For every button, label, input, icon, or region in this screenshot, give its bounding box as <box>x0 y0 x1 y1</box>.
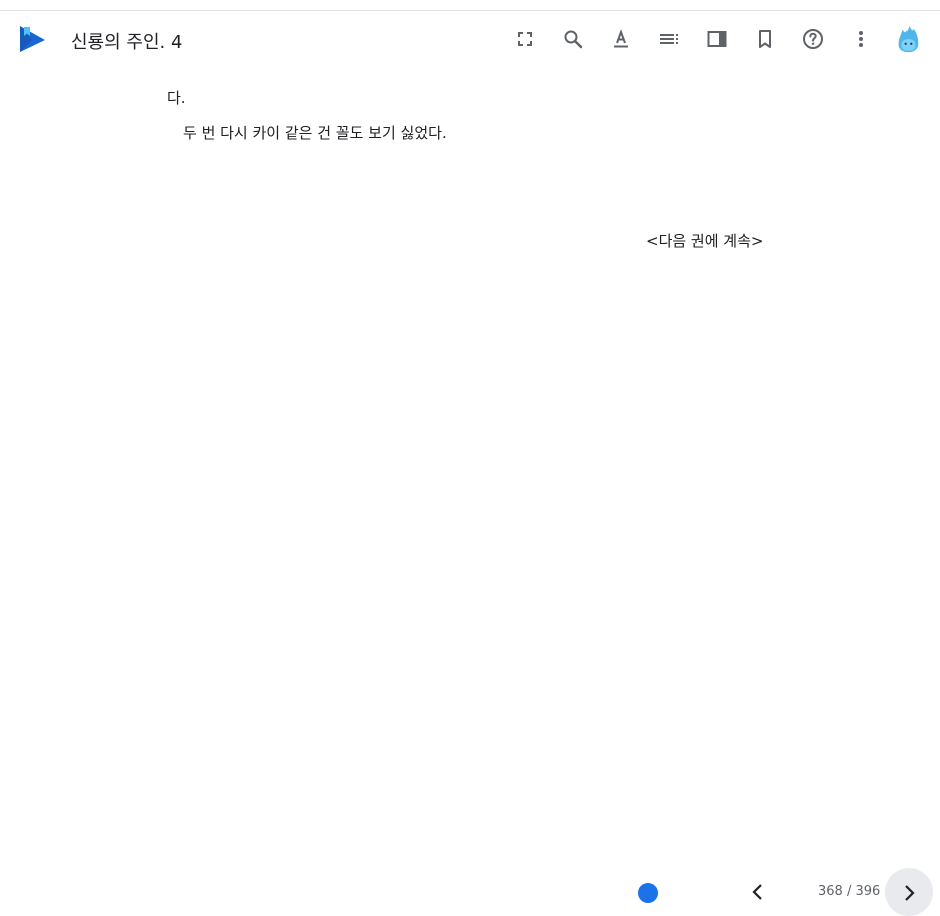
flame-avatar-icon <box>898 25 919 53</box>
display-options-button[interactable] <box>609 27 633 51</box>
notes-panel-button[interactable] <box>705 27 729 51</box>
next-page-button[interactable] <box>885 868 933 916</box>
progress-scrubber[interactable] <box>638 883 658 903</box>
previous-page-button[interactable] <box>746 880 770 904</box>
toc-icon <box>660 34 678 44</box>
chevron-left-icon <box>752 884 762 900</box>
more-options-button[interactable] <box>849 27 873 51</box>
more-vert-icon <box>859 31 863 47</box>
play-books-icon[interactable] <box>17 24 47 54</box>
fullscreen-button[interactable] <box>513 27 537 51</box>
search-button[interactable] <box>561 27 585 51</box>
bookmark-icon <box>759 30 771 48</box>
reader-footer: 368 / 396 <box>0 862 940 916</box>
account-avatar[interactable] <box>892 23 924 55</box>
book-title: 신룡의 주인. 4 <box>71 32 183 53</box>
help-icon <box>803 29 823 49</box>
search-icon <box>564 30 583 49</box>
side-panel-icon <box>707 31 727 47</box>
continued-note: <다음 권에 계속> <box>646 232 764 250</box>
text-line: 다. <box>167 89 186 107</box>
contents-button[interactable] <box>657 27 681 51</box>
bookmark-button[interactable] <box>753 27 777 51</box>
text-line: 두 번 다시 카이 같은 건 꼴도 보기 싫었다. <box>183 124 447 142</box>
text-format-icon <box>614 29 628 48</box>
help-button[interactable] <box>801 27 825 51</box>
chevron-right-icon <box>905 885 915 901</box>
page-indicator: 368 / 396 <box>818 884 881 899</box>
fullscreen-icon <box>518 32 532 46</box>
reader-header: 신룡의 주인. 4 <box>0 11 940 67</box>
page-content: 다. 두 번 다시 카이 같은 건 꼴도 보기 싫었다. <다음 권에 계속> <box>0 0 940 890</box>
